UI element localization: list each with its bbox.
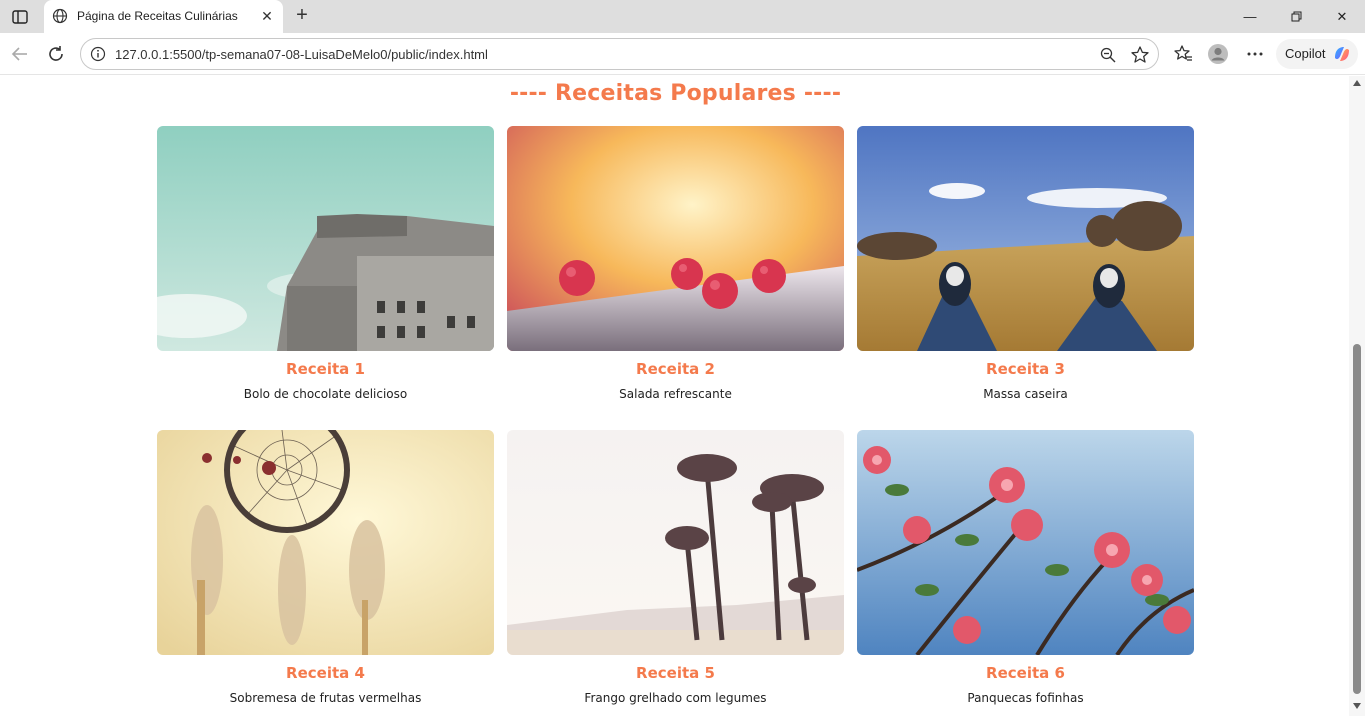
tab-strip: Página de Receitas Culinárias ✕ + — ✕ xyxy=(0,0,1365,33)
recipe-card[interactable]: Receita 3 Massa caseira xyxy=(857,126,1194,401)
address-bar[interactable]: 127.0.0.1:5500/tp-semana07-08-LuisaDeMel… xyxy=(80,38,1159,70)
close-window-icon[interactable]: ✕ xyxy=(1319,0,1365,33)
copilot-icon xyxy=(1332,44,1352,64)
recipe-title: Receita 3 xyxy=(986,360,1065,378)
palm-trees-photo[interactable] xyxy=(507,430,844,655)
recipe-title: Receita 2 xyxy=(636,360,715,378)
scroll-down-icon[interactable] xyxy=(1353,703,1361,709)
recipe-description: Massa caseira xyxy=(983,387,1068,401)
back-icon[interactable] xyxy=(8,42,32,66)
more-options-icon[interactable] xyxy=(1244,43,1266,65)
recipe-card[interactable]: Receita 4 Sobremesa de frutas vermelhas xyxy=(157,430,494,705)
scroll-up-icon[interactable] xyxy=(1353,80,1361,86)
recipe-card[interactable]: Receita 1 Bolo de chocolate delicioso xyxy=(157,126,494,401)
field-sneakers-photo[interactable] xyxy=(857,126,1194,351)
favorite-star-icon[interactable] xyxy=(1130,45,1150,65)
restore-icon[interactable] xyxy=(1273,0,1319,33)
browser-toolbar: 127.0.0.1:5500/tp-semana07-08-LuisaDeMel… xyxy=(0,33,1365,75)
favorites-icon[interactable] xyxy=(1172,43,1194,65)
profile-avatar-icon[interactable] xyxy=(1207,43,1229,65)
zoom-icon[interactable] xyxy=(1099,46,1117,64)
page-title: ---- Receitas Populares ---- xyxy=(509,81,842,106)
scrollbar-thumb[interactable] xyxy=(1353,344,1361,694)
recipe-title: Receita 1 xyxy=(286,360,365,378)
recipe-description: Salada refrescante xyxy=(619,387,732,401)
page-viewport: ---- Receitas Populares ---- Receita 1 B… xyxy=(0,76,1349,716)
recipe-card[interactable]: Receita 5 Frango grelhado com legumes xyxy=(507,430,844,705)
active-tab[interactable]: Página de Receitas Culinárias ✕ xyxy=(44,0,283,33)
new-tab-icon[interactable]: + xyxy=(290,5,314,27)
recipe-card[interactable]: Receita 2 Salada refrescante xyxy=(507,126,844,401)
url-text: 127.0.0.1:5500/tp-semana07-08-LuisaDeMel… xyxy=(115,47,488,62)
tab-title: Página de Receitas Culinárias xyxy=(77,9,238,23)
recipe-title: Receita 6 xyxy=(986,664,1065,682)
vertical-scrollbar[interactable] xyxy=(1349,76,1365,716)
close-tab-icon[interactable]: ✕ xyxy=(259,8,275,24)
recipe-description: Sobremesa de frutas vermelhas xyxy=(229,691,422,705)
recipe-card[interactable]: Receita 6 Panquecas fofinhas xyxy=(857,430,1194,705)
copilot-button[interactable]: Copilot xyxy=(1276,39,1358,69)
copilot-label: Copilot xyxy=(1285,46,1326,61)
recipe-description: Bolo de chocolate delicioso xyxy=(243,387,408,401)
sidebar-toggle-icon[interactable] xyxy=(8,6,32,28)
recipe-title: Receita 4 xyxy=(286,664,365,682)
dreamcatcher-photo[interactable] xyxy=(157,430,494,655)
pink-flowers-photo[interactable] xyxy=(857,430,1194,655)
raspberries-photo[interactable] xyxy=(507,126,844,351)
recipe-description: Frango grelhado com legumes xyxy=(584,691,767,705)
recipe-title: Receita 5 xyxy=(636,664,715,682)
refresh-icon[interactable] xyxy=(44,42,68,66)
minimize-icon[interactable]: — xyxy=(1227,0,1273,33)
site-info-icon[interactable] xyxy=(90,46,106,62)
globe-icon xyxy=(52,8,68,24)
building-photo[interactable] xyxy=(157,126,494,351)
recipe-description: Panquecas fofinhas xyxy=(967,691,1084,705)
